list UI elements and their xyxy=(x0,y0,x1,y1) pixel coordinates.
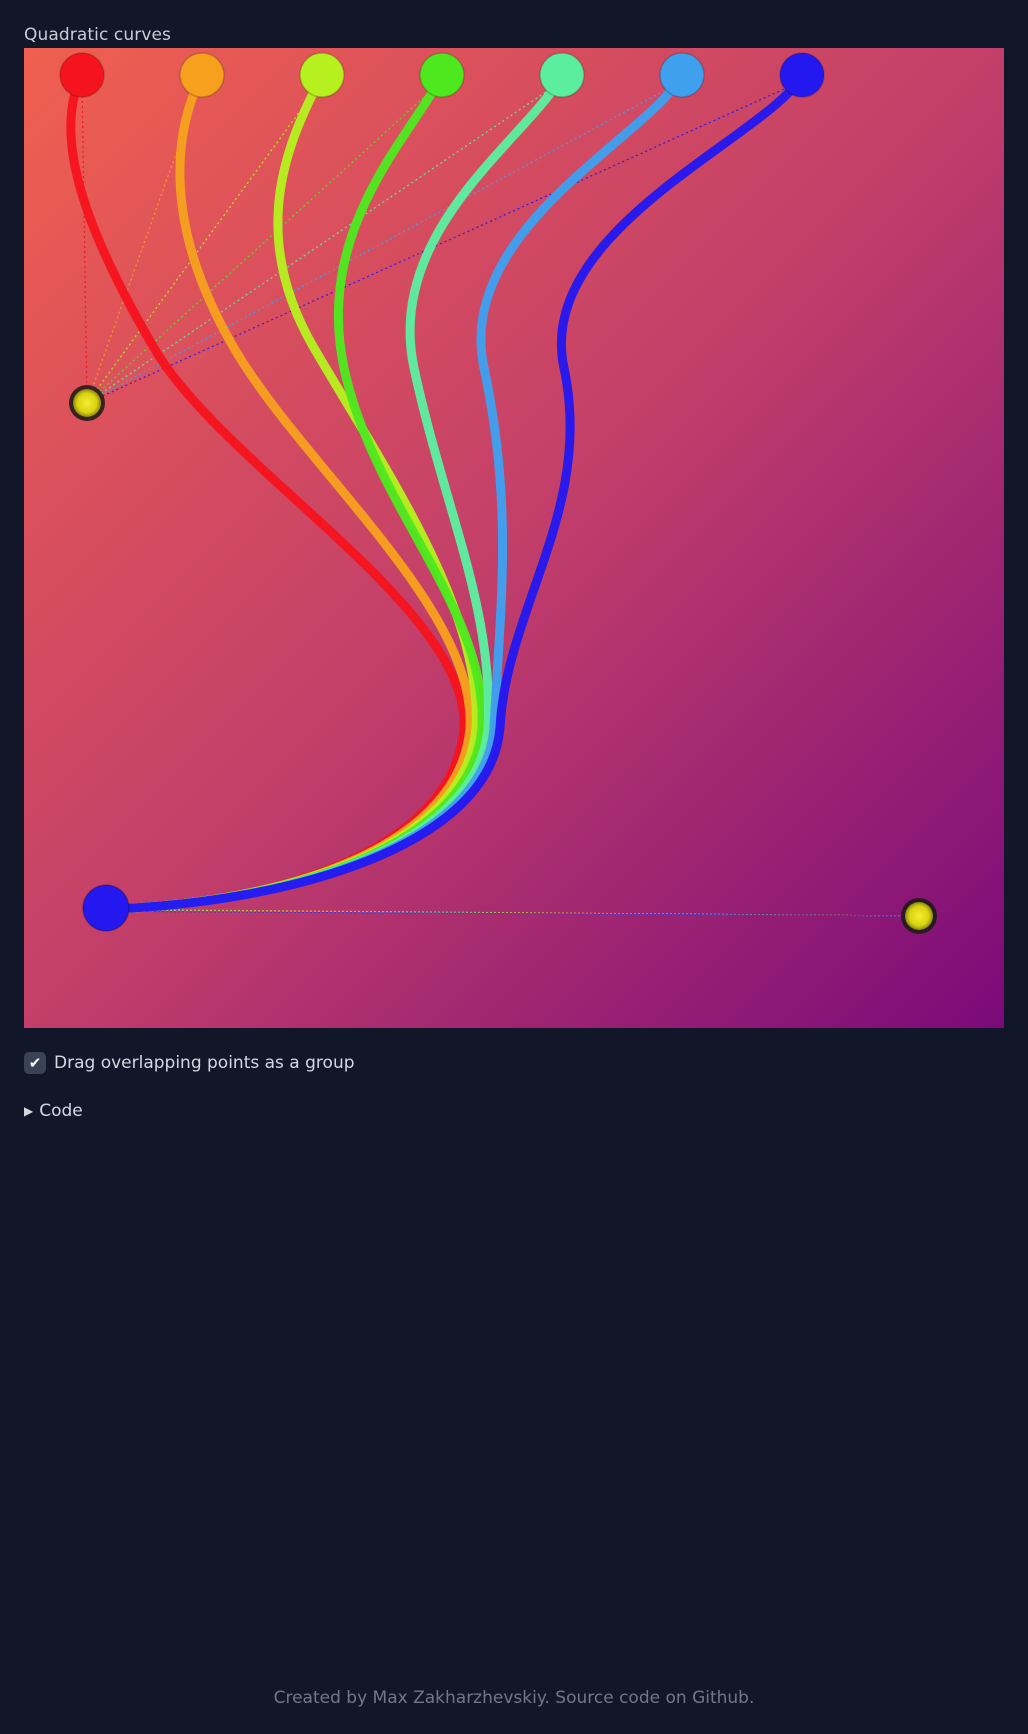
group-drag-checkbox[interactable]: ✔ xyxy=(24,1052,46,1074)
code-disclosure-label[interactable]: Code xyxy=(39,1101,83,1121)
checkmark-icon: ✔ xyxy=(28,1054,42,1072)
canvas-background xyxy=(24,48,1004,1028)
footer-author-link[interactable]: Max Zakharzhevskiy xyxy=(373,1688,545,1708)
start-point-1[interactable] xyxy=(179,52,225,98)
curve-svg[interactable] xyxy=(24,48,1004,1028)
triangle-right-icon: ▶ xyxy=(24,1104,34,1118)
group-drag-label[interactable]: Drag overlapping points as a group xyxy=(54,1053,355,1073)
footer-prefix: Created by xyxy=(273,1688,373,1708)
control-point-1[interactable] xyxy=(905,902,933,930)
curve-canvas[interactable] xyxy=(24,48,1004,1028)
start-point-0[interactable] xyxy=(59,52,105,98)
footer: Created by Max Zakharzhevskiy. Source co… xyxy=(0,1688,1028,1708)
start-point-4[interactable] xyxy=(539,52,585,98)
start-point-6[interactable] xyxy=(779,52,825,98)
group-drag-option[interactable]: ✔ Drag overlapping points as a group xyxy=(24,1052,355,1074)
start-point-2[interactable] xyxy=(299,52,345,98)
end-point[interactable] xyxy=(82,884,130,932)
page: Quadratic curves ✔ Drag overlapping poin… xyxy=(0,0,1028,1734)
code-disclosure[interactable]: ▶ Code xyxy=(24,1101,83,1121)
start-point-5[interactable] xyxy=(659,52,705,98)
footer-suffix: . xyxy=(748,1688,755,1708)
footer-middle: . Source code on xyxy=(544,1688,693,1708)
control-point-0[interactable] xyxy=(73,389,101,417)
page-title: Quadratic curves xyxy=(24,25,171,45)
footer-github-link[interactable]: Github xyxy=(692,1688,749,1708)
start-point-3[interactable] xyxy=(419,52,465,98)
